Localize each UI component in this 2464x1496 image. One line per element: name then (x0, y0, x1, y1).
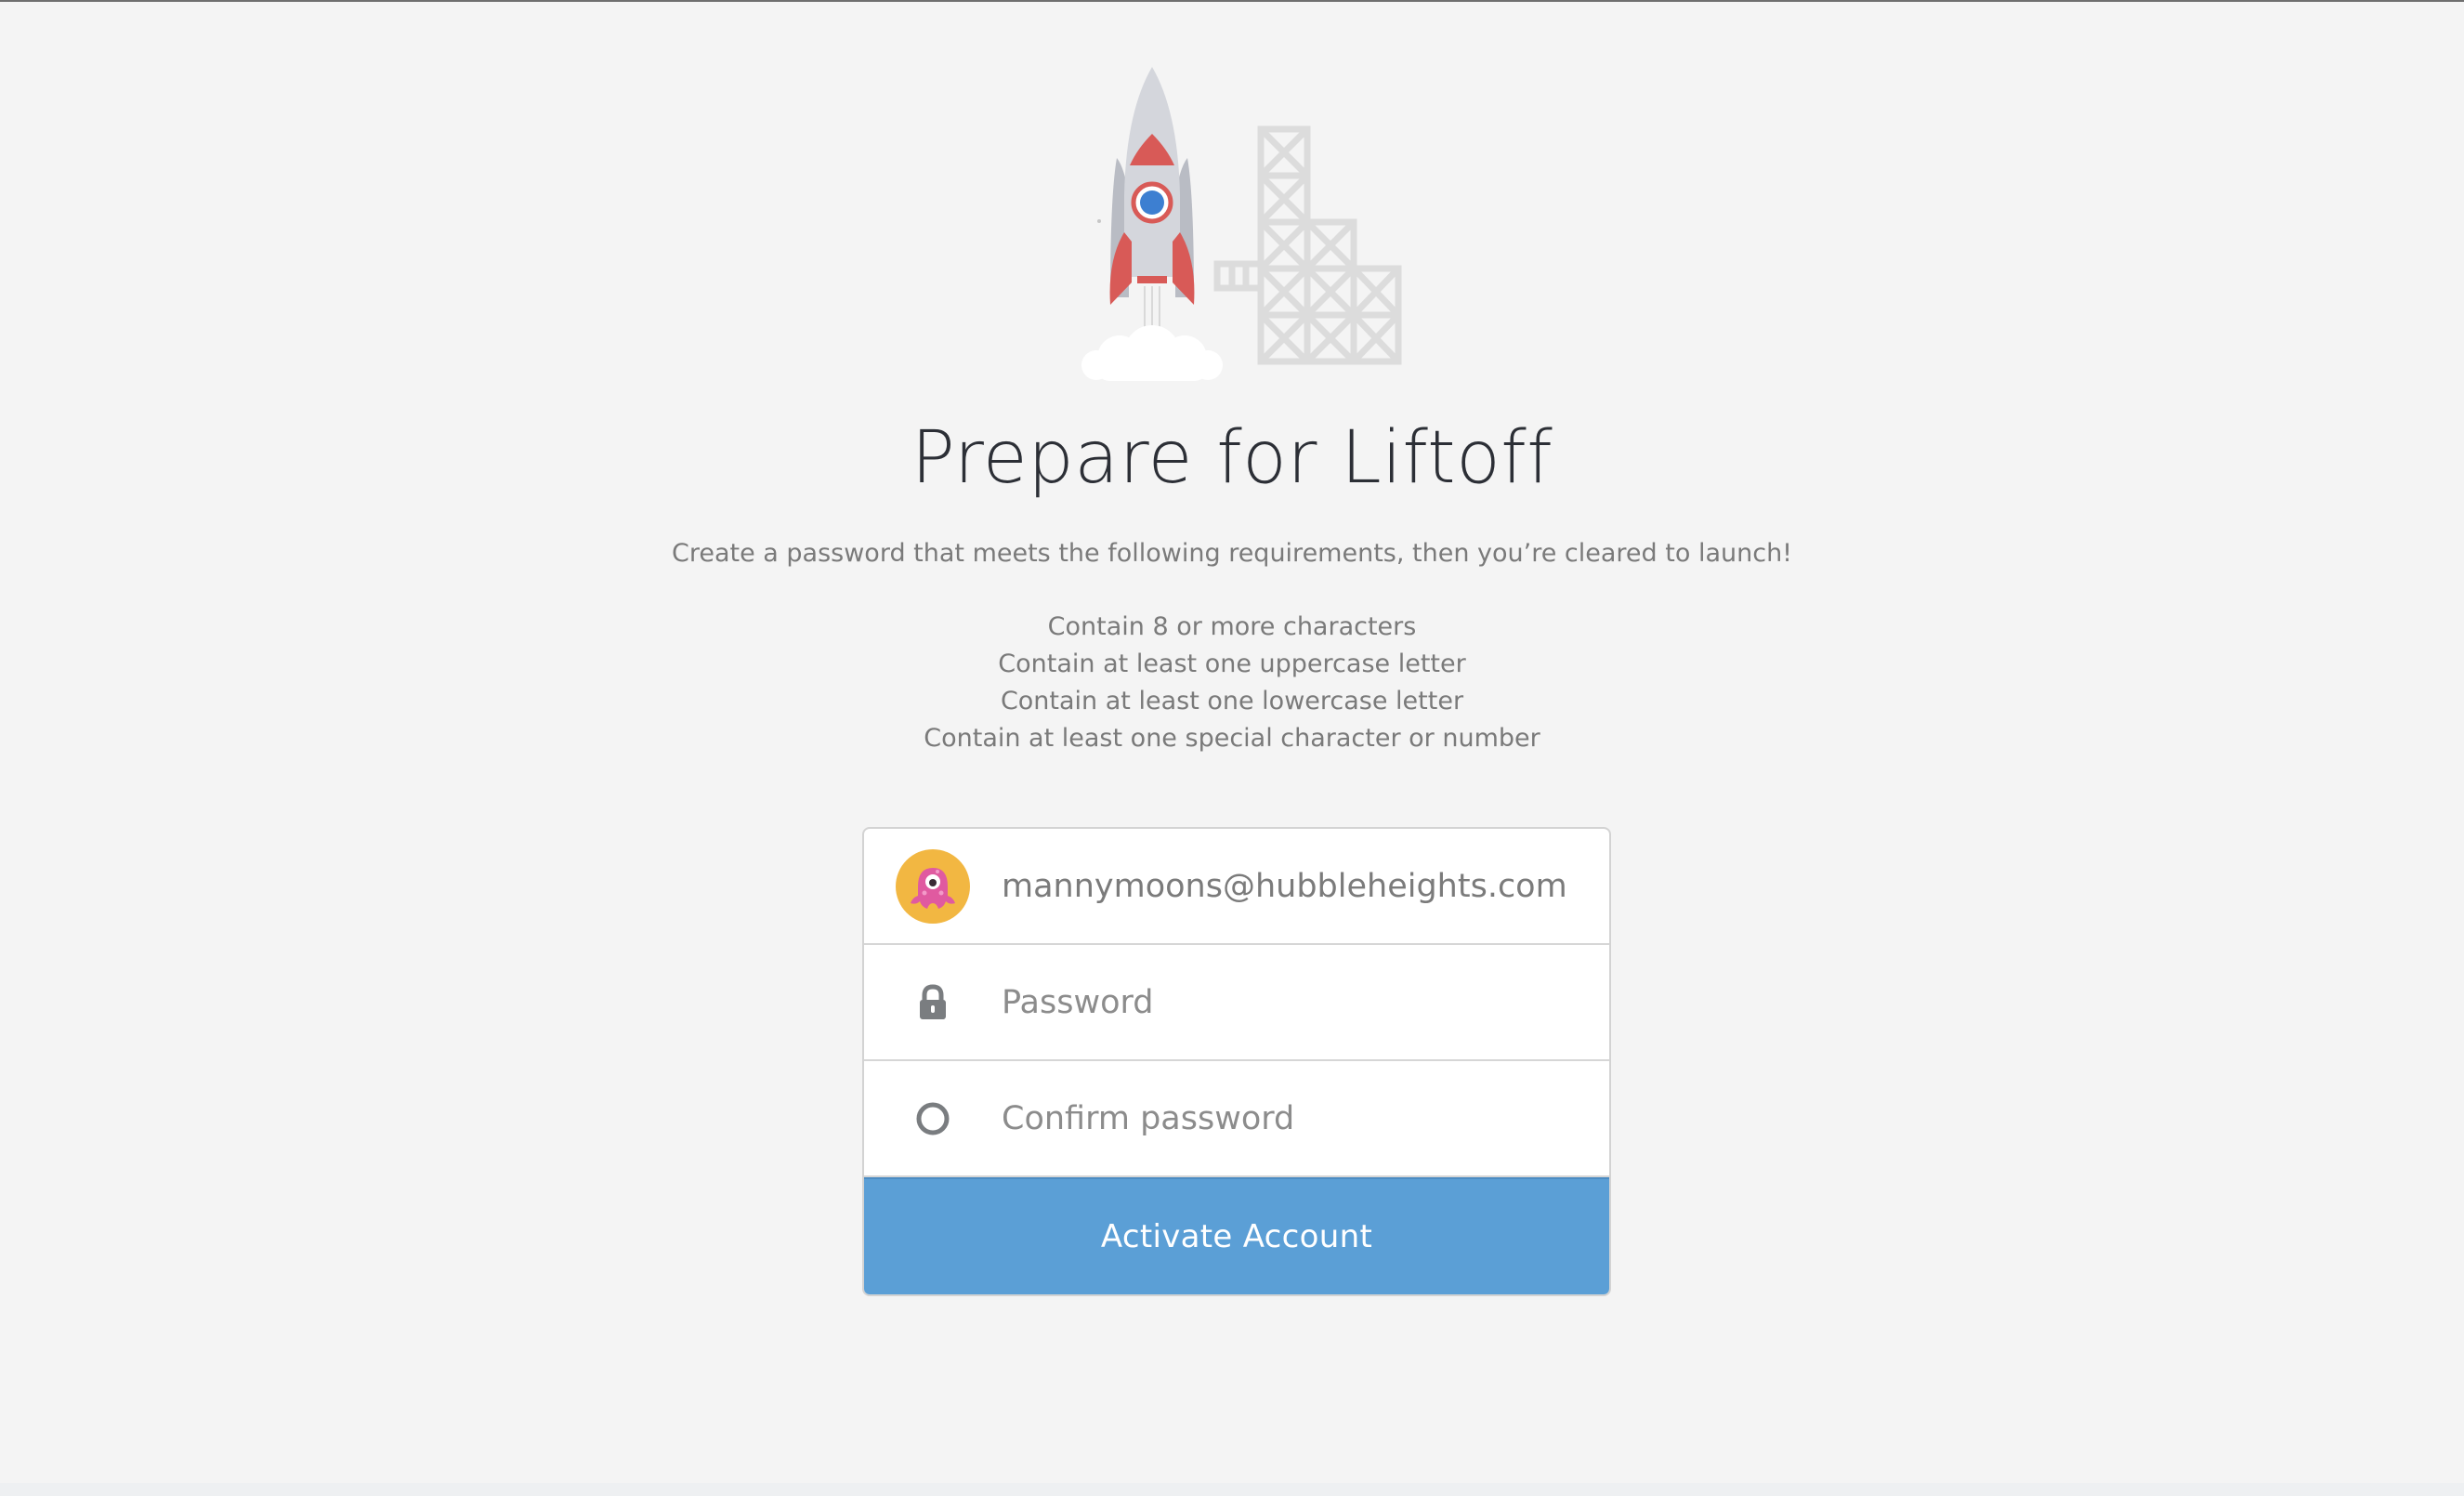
circle-status-icon (916, 1102, 950, 1135)
email-display: mannymoons@hubbleheights.com (1002, 867, 1567, 905)
lock-icon (920, 983, 946, 1019)
activation-form: mannymoons@hubbleheights.com Activate Ac… (862, 827, 1611, 1296)
confirm-password-input[interactable] (1002, 1081, 1559, 1156)
password-row (864, 945, 1609, 1061)
confirm-icon-slot (864, 1060, 1002, 1176)
pink-octopus-avatar-icon (896, 848, 970, 924)
rocket-launch-illustration (1059, 56, 1431, 390)
requirement-item: Contain at least one uppercase letter (998, 650, 1466, 678)
email-row: mannymoons@hubbleheights.com (864, 829, 1609, 945)
top-border (0, 0, 2464, 2)
password-input[interactable] (1002, 965, 1559, 1040)
password-requirements-list: Contain 8 or more characters Contain at … (0, 609, 2464, 757)
avatar (864, 829, 1002, 944)
requirement-item: Contain at least one special character o… (924, 724, 1540, 753)
requirement-item: Contain at least one lowercase letter (1000, 687, 1464, 715)
bottom-bar (0, 1483, 2464, 1496)
activate-account-button[interactable]: Activate Account (864, 1177, 1609, 1294)
page-title: Prepare for Liftoff (911, 416, 1553, 500)
password-icon-slot (864, 944, 1002, 1060)
confirm-password-row (864, 1061, 1609, 1177)
page-subtitle: Create a password that meets the followi… (671, 539, 1793, 568)
requirement-item: Contain 8 or more characters (1047, 612, 1417, 641)
